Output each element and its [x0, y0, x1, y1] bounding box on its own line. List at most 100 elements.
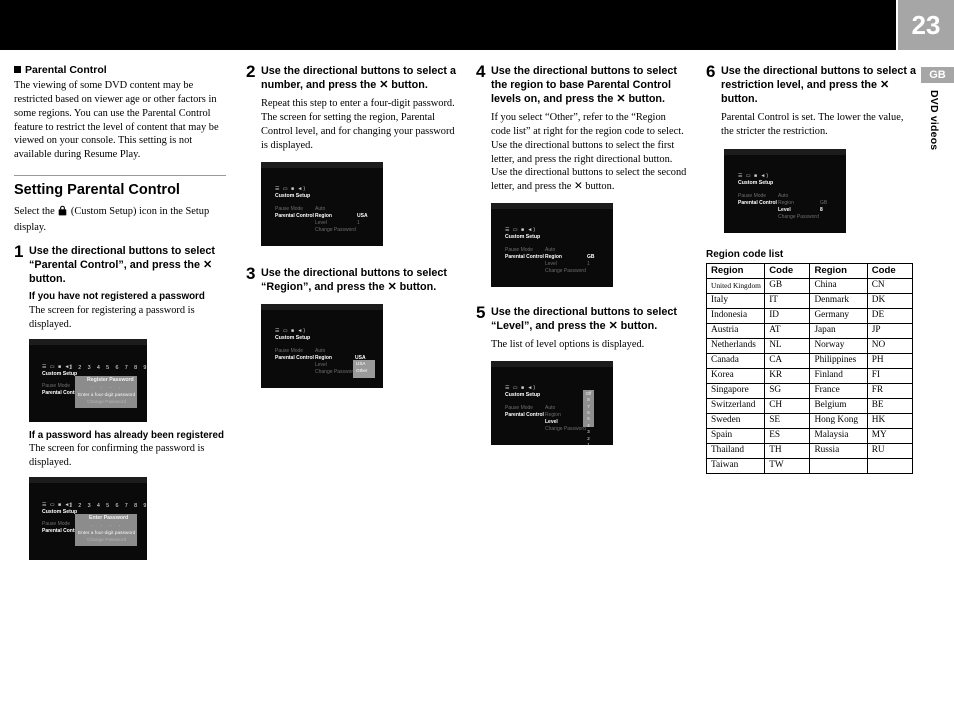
shot2-panel-dots: · · · ·	[91, 523, 124, 530]
screen-bezel	[261, 162, 383, 169]
table-cell: HK	[866, 412, 914, 429]
table-cell: Switzerland	[705, 397, 766, 414]
table-cell: TW	[764, 457, 811, 474]
table-cell: Spain	[705, 427, 766, 444]
table-cell: MY	[866, 427, 914, 444]
shot-s4-region-label: Region	[545, 254, 562, 261]
step-1-number: 1	[14, 242, 24, 262]
shot-s2-setup-label: Custom Setup	[275, 193, 311, 200]
shot-s3-region-label: Region	[315, 355, 332, 362]
th-code-1: Code	[764, 262, 811, 279]
shot1-panel-note: Enter a four-digit password	[78, 392, 136, 398]
shot-s4-level-label: Level	[545, 261, 557, 268]
table-cell: CH	[764, 397, 811, 414]
screenshot-custom-setup-3: ☰ ▭ ■ ◄) Custom Setup Pause Mode Auto Pa…	[261, 304, 383, 389]
shot-s4-pause-value: Auto	[545, 247, 556, 254]
step-6-title: Use the directional buttons to select a …	[721, 65, 916, 106]
shot-s5-change-password: Change Password	[545, 425, 586, 432]
table-cell: Indonesia	[705, 307, 766, 324]
table-cell: BE	[866, 397, 914, 414]
intro-paragraph: The viewing of some DVD content may be r…	[14, 80, 219, 161]
step-1-title: Use the directional buttons to select “P…	[29, 245, 215, 286]
table-cell: DK	[866, 292, 914, 309]
th-region-1: Region	[705, 262, 766, 279]
th-code-2: Code	[866, 262, 914, 279]
th-region-2: Region	[809, 262, 868, 279]
screenshot-enter-password: ☰ ▭ ■ ◄) Custom Setup 1 2 3 4 5 6 7 8 9 …	[29, 477, 147, 561]
table-cell: Sweden	[705, 412, 766, 429]
step-1-sub2-head: If a password has already been registere…	[29, 429, 224, 441]
table-cell: GB	[764, 277, 811, 294]
square-bullet-icon	[14, 66, 21, 73]
table-cell: Canada	[705, 352, 766, 369]
shot2-pause-mode: Pause Mode	[42, 521, 71, 528]
table-cell: Norway	[809, 337, 868, 354]
region-code-table-body: United Kingdom GB China CN Italy IT Denmark DK I…	[705, 277, 914, 474]
step-5-number: 5	[476, 303, 486, 323]
table-cell: AT	[764, 322, 811, 339]
table-cell: Finland	[809, 367, 868, 384]
table-cell: RU	[866, 442, 914, 459]
table-cell: CN	[866, 277, 914, 294]
table-cell: Japan	[809, 322, 868, 339]
table-cell: NO	[866, 337, 914, 354]
shot-s2-pause-mode: Pause Mode	[275, 206, 304, 213]
shot-s2-region-label: Region	[315, 213, 332, 220]
table-cell: Singapore	[705, 382, 766, 399]
table-row: Sweden SE Hong Kong HK	[705, 412, 914, 429]
table-row: Thailand TH Russia RU	[705, 442, 914, 459]
shot-s6-level-label: Level	[778, 206, 791, 213]
language-badge: GB	[921, 67, 954, 83]
shot-s3-menu-item-usa[interactable]: USA	[356, 361, 365, 367]
shot-s5-icons: ☰ ▭ ■ ◄)	[505, 384, 537, 391]
step-6-number: 6	[706, 62, 716, 81]
table-row: United Kingdom GB China CN	[705, 277, 914, 294]
shot-s2-pause-value: Auto	[315, 206, 326, 213]
screenshot-custom-setup-2: ☰ ▭ ■ ◄) Custom Setup Pause Mode Auto Pa…	[261, 162, 383, 247]
screen-bezel	[491, 203, 613, 210]
region-code-list-block: Region code list Region Code Region Code…	[705, 249, 916, 474]
shot1-panel-title: Register Password	[87, 376, 134, 383]
step-1-sub1-text: The screen for registering a password is…	[29, 304, 195, 330]
table-cell: Netherlands	[705, 337, 766, 354]
shot-s6-setup-label: Custom Setup	[738, 179, 774, 186]
column-3: 4 Use the directional buttons to select …	[476, 63, 688, 445]
step-3: 3 Use the directional buttons to select …	[246, 265, 458, 389]
step-2-desc: Repeat this step to enter a four-digit p…	[261, 98, 455, 151]
step-6: 6 Use the directional buttons to select …	[706, 62, 916, 233]
setup-lead-text: Select the	[14, 206, 55, 218]
table-cell: FR	[866, 382, 914, 399]
shot-s3-menu-item-other[interactable]: Other	[356, 368, 368, 374]
shot-s2-icons: ☰ ▭ ■ ◄)	[275, 186, 307, 193]
shot-s3-setup-label: Custom Setup	[275, 335, 311, 342]
table-cell: Austria	[705, 322, 766, 339]
table-cell: CA	[764, 352, 811, 369]
header-black-bar	[0, 0, 896, 50]
shot-s2-level-value: 1	[357, 220, 360, 227]
table-cell: Hong Kong	[809, 412, 868, 429]
section-heading-label: Parental Control	[25, 64, 107, 76]
column-1: Parental Control The viewing of some DVD…	[14, 64, 226, 561]
shot-s2-parental-control: Parental Control	[275, 213, 314, 220]
screen-bezel	[724, 148, 846, 155]
screen-bezel	[261, 304, 383, 311]
shot-s5-level-options[interactable]: Off 8 7 6 5 4 3 2 1	[583, 389, 594, 445]
divider	[14, 175, 226, 177]
screenshot-custom-setup-5: ☰ ▭ ■ ◄) Custom Setup Pause Mode Auto Pa…	[491, 360, 613, 445]
shot-s6-region-label: Region	[778, 199, 794, 206]
shot1-digits: 1 2 3 4 5 6 7 8 9 0	[69, 364, 147, 371]
shot2-panel-title: Enter Password	[89, 515, 129, 522]
table-cell: Denmark	[809, 292, 868, 309]
table-row: Singapore SG France FR	[705, 382, 914, 399]
step-6-desc: Parental Control is set. The lower the v…	[721, 112, 904, 137]
screenshot-custom-setup-4: ☰ ▭ ■ ◄) Custom Setup Pause Mode Auto Pa…	[491, 203, 613, 288]
step-2: 2 Use the directional buttons to select …	[246, 62, 458, 247]
table-row: Korea KR Finland FI	[705, 367, 914, 384]
shot-s2-level-label: Level	[315, 220, 327, 227]
step-1-sub2-text: The screen for confirming the password i…	[29, 443, 205, 469]
shot-s6-region-value: GB	[820, 199, 828, 206]
table-cell: Belgium	[809, 397, 868, 414]
shot-s3-parental-control: Parental Control	[275, 355, 314, 362]
step-2-number: 2	[246, 62, 256, 81]
shot-s3-change-password: Change Password	[315, 369, 356, 376]
